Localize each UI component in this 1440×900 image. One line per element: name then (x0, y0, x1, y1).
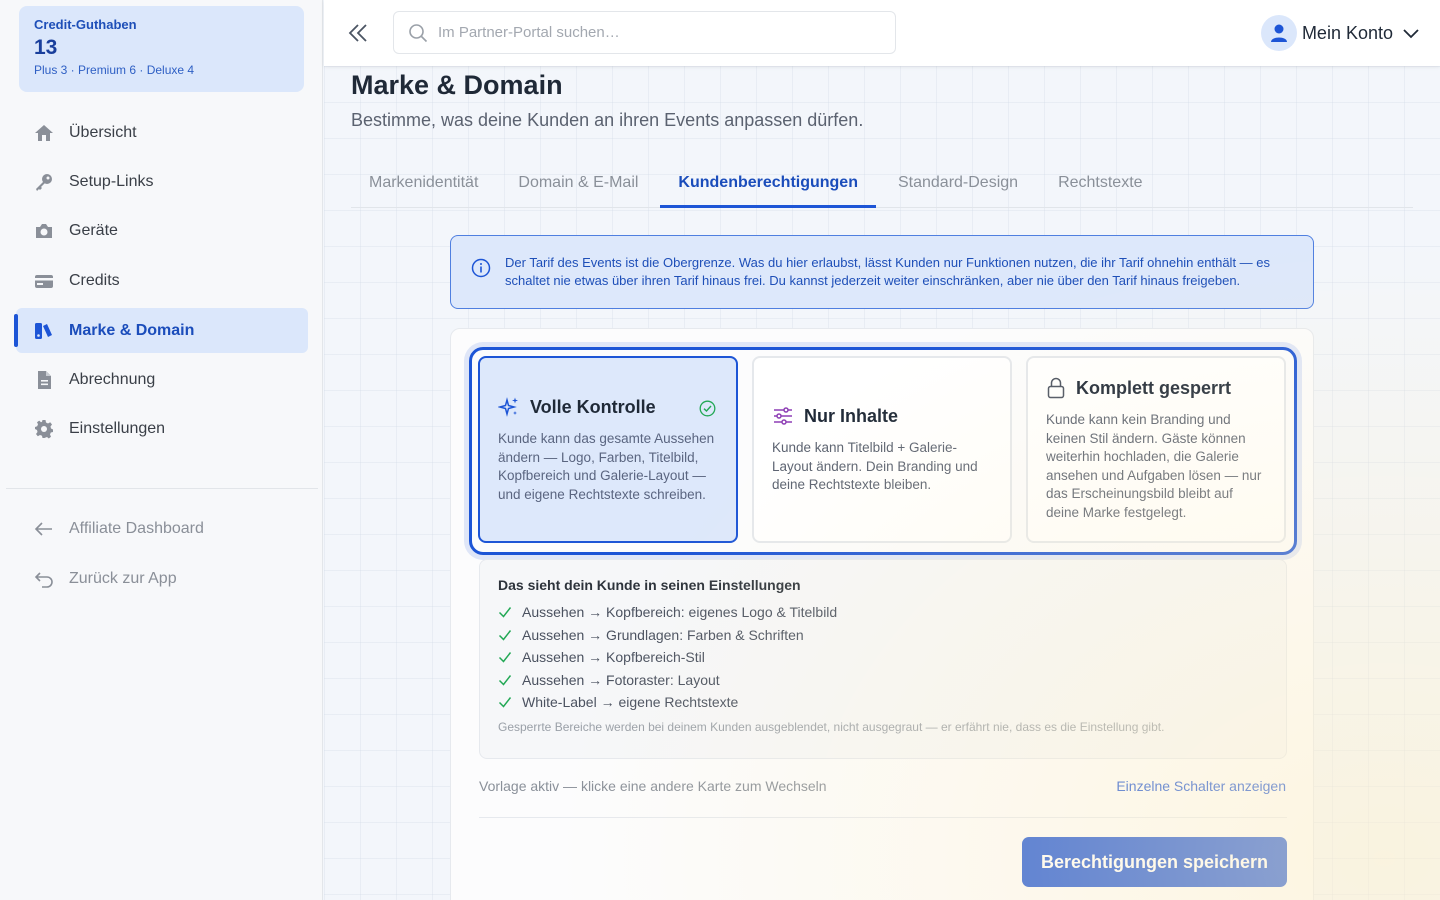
sidebar-item-back-to-app[interactable]: Zurück zur App (16, 556, 308, 601)
permission-item: White-Label → eigene Rechtstexte (498, 691, 1268, 714)
check-icon (498, 695, 512, 709)
sidebar-item-settings[interactable]: Einstellungen (16, 406, 308, 451)
preset-card-content-only[interactable]: Nur Inhalte Kunde kann Titelbild + Galer… (752, 356, 1012, 543)
info-banner: Der Tarif des Events ist die Obergrenze.… (450, 235, 1314, 309)
sliders-icon (772, 405, 794, 427)
user-icon (1270, 24, 1287, 42)
sidebar-item-label: Übersicht (69, 123, 137, 141)
sidebar-item-label: Affiliate Dashboard (69, 519, 204, 537)
credit-balance-title: Credit-Guthaben (34, 17, 137, 32)
sidebar-item-label: Abrechnung (69, 370, 156, 388)
credit-balance-card[interactable]: Credit-Guthaben 13 Plus 3 · Premium 6 · … (19, 6, 304, 92)
permissions-panel: Volle Kontrolle Kunde kann das gesamte A… (450, 328, 1314, 900)
main-content: Marke & Domain Bestimme, was deine Kunde… (324, 66, 1440, 900)
permission-item: Aussehen → Kopfbereich: eigenes Logo & T… (498, 601, 1268, 624)
account-menu[interactable]: Mein Konto (1260, 14, 1420, 52)
sidebar-item-affiliate-dashboard[interactable]: Affiliate Dashboard (16, 506, 308, 551)
brand-icon (33, 320, 55, 342)
sidebar-divider (6, 488, 318, 489)
sidebar-item-label: Setup-Links (69, 172, 154, 190)
permission-label: Aussehen → Fotoraster: Layout (522, 671, 720, 688)
show-individual-toggles-link[interactable]: Einzelne Schalter anzeigen (1116, 778, 1286, 794)
footer-divider (479, 817, 1287, 818)
arrow-left-icon (33, 518, 55, 540)
customer-preview-box: Das sieht dein Kunde in seinen Einstellu… (479, 559, 1287, 759)
credit-balance-breakdown: Plus 3 · Premium 6 · Deluxe 4 (34, 63, 195, 77)
sidebar-item-credits[interactable]: Credits (16, 258, 308, 303)
check-icon (498, 628, 512, 642)
preset-card-title: Volle Kontrolle (530, 396, 656, 417)
template-status-text: Vorlage aktiv — klicke eine andere Karte… (479, 778, 827, 794)
sidebar-item-billing[interactable]: Abrechnung (16, 357, 308, 402)
tab-default-design[interactable]: Standard-Design (880, 162, 1036, 208)
permission-label: Aussehen → Kopfbereich-Stil (522, 649, 705, 666)
preset-card-fully-locked[interactable]: Komplett gesperrt Kunde kann kein Brandi… (1026, 356, 1286, 543)
preset-card-header: Komplett gesperrt (1046, 377, 1266, 399)
gear-icon (33, 418, 55, 440)
preset-card-description: Kunde kann das gesamte Aussehen ändern —… (498, 431, 715, 502)
credit-balance-value: 13 (34, 36, 58, 59)
tab-domain-email[interactable]: Domain & E-Mail (500, 162, 656, 208)
preset-card-full-control[interactable]: Volle Kontrolle Kunde kann das gesamte A… (478, 356, 738, 543)
credit-card-icon (33, 270, 55, 292)
permission-label: White-Label → eigene Rechtstexte (522, 694, 739, 711)
lock-icon (1046, 377, 1066, 399)
key-icon (33, 171, 55, 193)
sidebar-item-devices[interactable]: Geräte (16, 208, 308, 253)
check-icon (498, 673, 512, 687)
preset-card-header: Nur Inhalte (772, 405, 992, 427)
sidebar-item-label: Credits (69, 271, 120, 289)
check-icon (498, 650, 512, 664)
collapse-sidebar-button[interactable] (344, 19, 372, 47)
save-permissions-button[interactable]: Berechtigungen speichern (1022, 837, 1287, 887)
check-circle-icon (699, 400, 716, 417)
sidebar-item-label: Einstellungen (69, 419, 166, 437)
customer-preview-note: Gesperrte Bereiche werden bei deinem Kun… (498, 719, 1165, 734)
search-input[interactable] (438, 24, 858, 41)
chevron-down-icon (1402, 24, 1420, 42)
sidebar-item-label: Marke & Domain (69, 321, 195, 339)
info-banner-text: Der Tarif des Events ist die Obergrenze.… (505, 255, 1271, 288)
page-title: Marke & Domain (351, 70, 563, 100)
undo-icon (33, 568, 55, 590)
double-chevron-left-icon (348, 24, 367, 42)
preset-card-header: Volle Kontrolle (498, 396, 718, 418)
permission-item: Aussehen → Fotoraster: Layout (498, 669, 1268, 692)
preset-card-title: Nur Inhalte (804, 405, 899, 426)
sidebar-item-label: Geräte (69, 221, 118, 239)
preset-card-title: Komplett gesperrt (1076, 377, 1232, 398)
home-icon (33, 122, 55, 144)
document-icon (33, 369, 55, 391)
sparkles-icon (498, 396, 520, 418)
page-subtitle: Bestimme, was deine Kunden an ihren Even… (351, 110, 864, 130)
account-label: Mein Konto (1301, 22, 1393, 43)
top-bar: Mein Konto (324, 0, 1440, 66)
preset-card-description: Kunde kann kein Branding und keinen Stil… (1046, 412, 1262, 520)
tab-customer-permissions[interactable]: Kundenberechtigungen (660, 162, 876, 208)
sidebar: Credit-Guthaben 13 Plus 3 · Premium 6 · … (0, 0, 323, 900)
permission-label: Aussehen → Kopfbereich: eigenes Logo & T… (522, 604, 838, 621)
tab-bar: Markenidentität Domain & E-Mail Kundenbe… (351, 162, 1413, 208)
tab-brand-identity[interactable]: Markenidentität (351, 162, 496, 208)
tab-legal-texts[interactable]: Rechtstexte (1040, 162, 1160, 208)
sidebar-item-label: Zurück zur App (69, 569, 177, 587)
preset-card-description: Kunde kann Titelbild + Galerie-Layout än… (772, 440, 978, 492)
info-icon (471, 258, 491, 308)
permission-item: Aussehen → Grundlagen: Farben & Schrifte… (498, 624, 1268, 647)
search-icon (408, 23, 428, 43)
preset-card-group: Volle Kontrolle Kunde kann das gesamte A… (469, 347, 1297, 555)
check-icon (498, 605, 512, 619)
permission-item: Aussehen → Kopfbereich-Stil (498, 646, 1268, 669)
customer-preview-title: Das sieht dein Kunde in seinen Einstellu… (498, 577, 801, 593)
sidebar-item-brand-domain[interactable]: Marke & Domain (14, 308, 308, 353)
permission-label: Aussehen → Grundlagen: Farben & Schrifte… (522, 626, 804, 643)
avatar (1260, 15, 1297, 51)
sidebar-item-setup-links[interactable]: Setup-Links (16, 159, 308, 204)
sidebar-item-overview[interactable]: Übersicht (16, 110, 308, 155)
search-box[interactable] (393, 11, 896, 54)
camera-icon (33, 220, 55, 242)
